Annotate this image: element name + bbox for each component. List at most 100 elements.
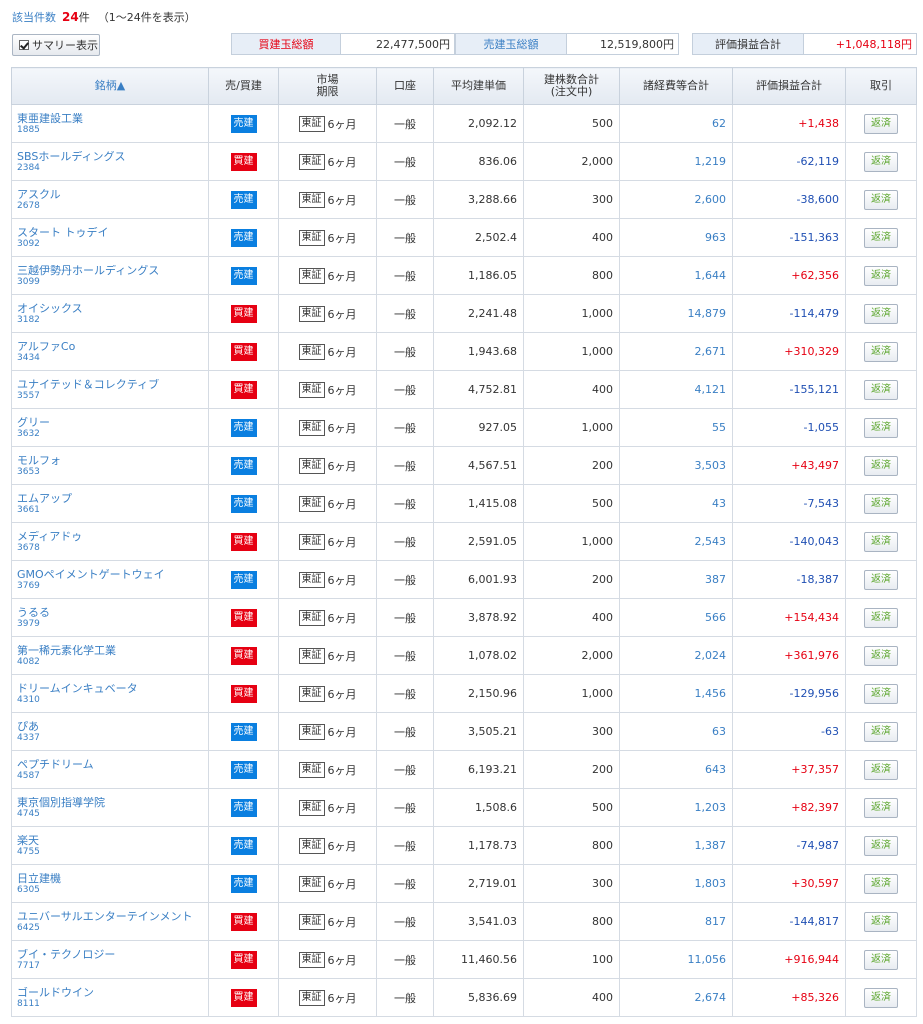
stock-name-link[interactable]: グリー: [17, 417, 208, 429]
fees-cell[interactable]: 1,803: [619, 864, 733, 903]
stock-code-link[interactable]: 3661: [17, 505, 208, 515]
stock-name-link[interactable]: うるる: [17, 607, 208, 619]
close-position-button[interactable]: 返済: [864, 379, 898, 400]
stock-code-link[interactable]: 4745: [17, 809, 208, 819]
close-position-button[interactable]: 返済: [864, 265, 898, 286]
fees-cell[interactable]: 1,219: [619, 142, 733, 181]
close-position-button[interactable]: 返済: [864, 151, 898, 172]
summary-toggle-button[interactable]: サマリー表示: [12, 34, 100, 56]
close-position-button[interactable]: 返済: [864, 797, 898, 818]
stock-code-link[interactable]: 7717: [17, 961, 208, 971]
stock-code-link[interactable]: 3979: [17, 619, 208, 629]
stock-code-link[interactable]: 3182: [17, 315, 208, 325]
stock-code-link[interactable]: 6305: [17, 885, 208, 895]
stock-name-link[interactable]: エムアップ: [17, 493, 208, 505]
stock-code-link[interactable]: 3678: [17, 543, 208, 553]
fees-cell[interactable]: 2,671: [619, 332, 733, 371]
side-badge: 買建: [230, 950, 257, 969]
stock-name-link[interactable]: 第一稀元素化学工業: [17, 645, 208, 657]
fees-cell[interactable]: 566: [619, 598, 733, 637]
stock-name-link[interactable]: ゴールドウイン: [17, 987, 208, 999]
fees-cell[interactable]: 11,056: [619, 940, 733, 979]
stock-code-link[interactable]: 3557: [17, 391, 208, 401]
stock-name-link[interactable]: スタート トゥデイ: [17, 227, 208, 239]
stock-name-link[interactable]: ペプチドリーム: [17, 759, 208, 771]
fees-cell[interactable]: 2,674: [619, 978, 733, 1017]
close-position-button[interactable]: 返済: [864, 683, 898, 704]
stock-code-link[interactable]: 4310: [17, 695, 208, 705]
close-position-button[interactable]: 返済: [864, 949, 898, 970]
close-position-button[interactable]: 返済: [864, 607, 898, 628]
stock-name-link[interactable]: 東京個別指導学院: [17, 797, 208, 809]
stock-name-link[interactable]: 三越伊勢丹ホールディングス: [17, 265, 208, 277]
stock-code-link[interactable]: 4755: [17, 847, 208, 857]
stock-name-link[interactable]: ドリームインキュベータ: [17, 683, 208, 695]
stock-code-link[interactable]: 8111: [17, 999, 208, 1009]
fees-cell[interactable]: 643: [619, 750, 733, 789]
close-position-button[interactable]: 返済: [864, 455, 898, 476]
fees-cell[interactable]: 4,121: [619, 370, 733, 409]
stock-code-link[interactable]: 6425: [17, 923, 208, 933]
fees-cell[interactable]: 2,024: [619, 636, 733, 675]
stock-code-link[interactable]: 3769: [17, 581, 208, 591]
fees-cell[interactable]: 2,600: [619, 180, 733, 219]
close-position-button[interactable]: 返済: [864, 531, 898, 552]
stock-code-link[interactable]: 4587: [17, 771, 208, 781]
fees-cell[interactable]: 387: [619, 560, 733, 599]
close-position-button[interactable]: 返済: [864, 113, 898, 134]
stock-code-link[interactable]: 3632: [17, 429, 208, 439]
fees-cell[interactable]: 63: [619, 712, 733, 751]
stock-name-link[interactable]: 楽天: [17, 835, 208, 847]
fees-cell[interactable]: 43: [619, 484, 733, 523]
close-position-button[interactable]: 返済: [864, 493, 898, 514]
close-position-button[interactable]: 返済: [864, 227, 898, 248]
header-name-sort[interactable]: 銘柄▲: [11, 67, 209, 105]
stock-name-link[interactable]: ブイ・テクノロジー: [17, 949, 208, 961]
stock-name-link[interactable]: SBSホールディングス: [17, 151, 208, 163]
stock-code-link[interactable]: 3434: [17, 353, 208, 363]
stock-name-link[interactable]: ユナイテッド＆コレクティブ: [17, 379, 208, 391]
fees-cell[interactable]: 817: [619, 902, 733, 941]
stock-code-link[interactable]: 4337: [17, 733, 208, 743]
stock-name-link[interactable]: アスクル: [17, 189, 208, 201]
close-position-button[interactable]: 返済: [864, 645, 898, 666]
fees-cell[interactable]: 55: [619, 408, 733, 447]
stock-name-link[interactable]: アルファCo: [17, 341, 208, 353]
close-position-button[interactable]: 返済: [864, 721, 898, 742]
close-position-button[interactable]: 返済: [864, 835, 898, 856]
close-position-button[interactable]: 返済: [864, 189, 898, 210]
close-position-button[interactable]: 返済: [864, 569, 898, 590]
stock-name-link[interactable]: ユニバーサルエンターテインメント: [17, 911, 208, 923]
stock-name-link[interactable]: 東亜建設工業: [17, 113, 208, 125]
stock-code-link[interactable]: 3099: [17, 277, 208, 287]
stock-code-link[interactable]: 3653: [17, 467, 208, 477]
stock-name-link[interactable]: 日立建機: [17, 873, 208, 885]
fees-cell[interactable]: 3,503: [619, 446, 733, 485]
stock-name-link[interactable]: オイシックス: [17, 303, 208, 315]
stock-code-link[interactable]: 4082: [17, 657, 208, 667]
stock-code-link[interactable]: 1885: [17, 125, 208, 135]
stock-code-link[interactable]: 3092: [17, 239, 208, 249]
close-position-button[interactable]: 返済: [864, 987, 898, 1008]
stock-name-link[interactable]: メディアドゥ: [17, 531, 208, 543]
checkbox-checked-icon[interactable]: [19, 40, 29, 50]
fees-cell[interactable]: 1,456: [619, 674, 733, 713]
fees-cell[interactable]: 62: [619, 104, 733, 143]
close-position-button[interactable]: 返済: [864, 417, 898, 438]
stock-code-link[interactable]: 2678: [17, 201, 208, 211]
close-position-button[interactable]: 返済: [864, 303, 898, 324]
close-position-button[interactable]: 返済: [864, 873, 898, 894]
fees-cell[interactable]: 1,387: [619, 826, 733, 865]
close-position-button[interactable]: 返済: [864, 759, 898, 780]
fees-cell[interactable]: 1,644: [619, 256, 733, 295]
close-position-button[interactable]: 返済: [864, 341, 898, 362]
stock-name-link[interactable]: モルフォ: [17, 455, 208, 467]
stock-name-link[interactable]: ぴあ: [17, 721, 208, 733]
fees-cell[interactable]: 14,879: [619, 294, 733, 333]
fees-cell[interactable]: 1,203: [619, 788, 733, 827]
fees-cell[interactable]: 963: [619, 218, 733, 257]
close-position-button[interactable]: 返済: [864, 911, 898, 932]
stock-name-link[interactable]: GMOペイメントゲートウェイ: [17, 569, 208, 581]
stock-code-link[interactable]: 2384: [17, 163, 208, 173]
fees-cell[interactable]: 2,543: [619, 522, 733, 561]
